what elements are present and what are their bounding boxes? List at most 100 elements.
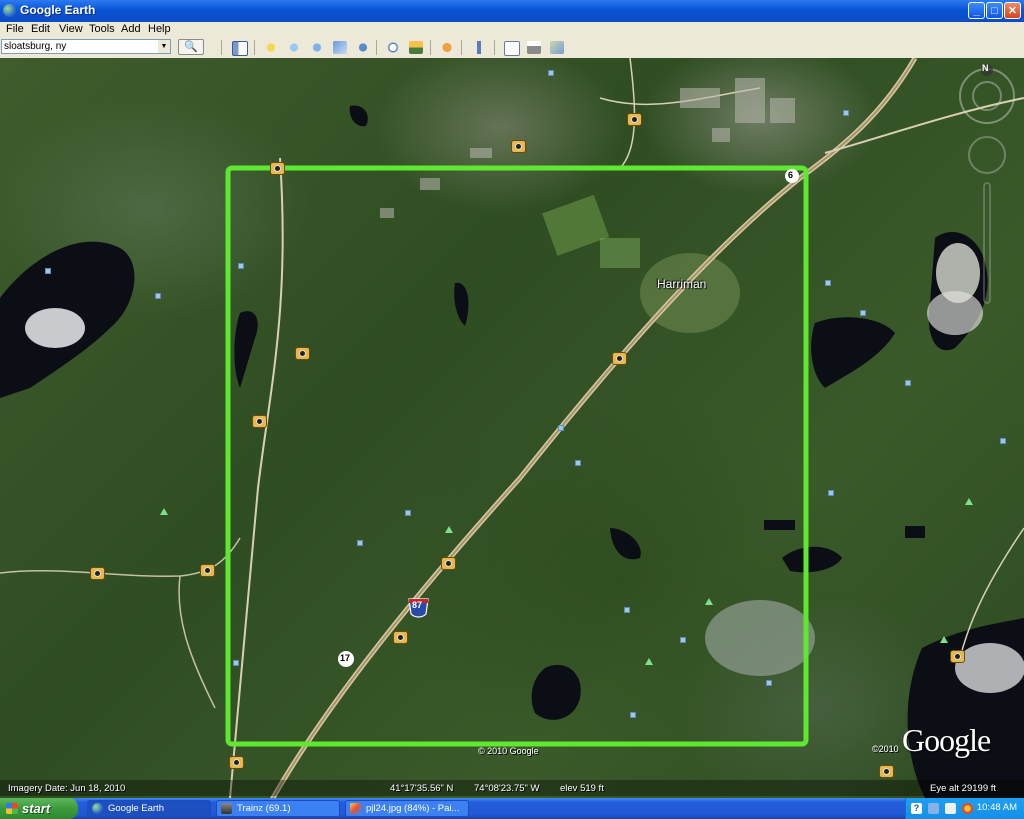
toolbar-separator bbox=[376, 40, 377, 55]
eye-altitude-readout: Eye alt 29199 ft bbox=[930, 783, 997, 794]
window-title: Google Earth bbox=[20, 3, 96, 17]
place-marker-icon[interactable] bbox=[843, 110, 849, 116]
search-input[interactable]: sloatsburg, ny ▼ bbox=[1, 39, 171, 54]
add-placemark-button[interactable] bbox=[261, 39, 281, 57]
place-marker-icon[interactable] bbox=[575, 460, 581, 466]
record-tour-button[interactable] bbox=[353, 39, 373, 57]
menu-file[interactable]: File bbox=[6, 23, 24, 35]
interstate-87-shield: 87 bbox=[412, 600, 423, 610]
place-marker-icon[interactable] bbox=[558, 425, 564, 431]
menu-help[interactable]: Help bbox=[148, 23, 171, 35]
park-icon[interactable] bbox=[705, 598, 713, 605]
taskbar-clock[interactable]: 10:48 AM bbox=[977, 802, 1017, 813]
close-button[interactable]: ✕ bbox=[1004, 2, 1021, 19]
status-bar: Imagery Date: Jun 18, 2010 41°17'35.56" … bbox=[0, 780, 1024, 796]
minimize-button[interactable]: _ bbox=[968, 2, 985, 19]
clock-icon bbox=[386, 41, 400, 54]
camera-icon[interactable] bbox=[879, 765, 894, 778]
search-input-value: sloatsburg, ny bbox=[4, 41, 67, 52]
add-image-overlay-button[interactable] bbox=[330, 39, 350, 57]
compass-north-label[interactable]: N bbox=[982, 63, 989, 73]
toolbar-separator bbox=[430, 40, 431, 55]
menu-add[interactable]: Add bbox=[121, 23, 141, 35]
search-icon: 🔍 bbox=[184, 41, 198, 53]
sunlight-button[interactable] bbox=[406, 39, 426, 57]
task-label: Trainz (69.1) bbox=[237, 803, 291, 814]
windows-taskbar: start Google Earth Trainz (69.1) pjl24.j… bbox=[0, 798, 1024, 819]
sidebar-toggle-button[interactable] bbox=[229, 39, 249, 57]
park-icon[interactable] bbox=[965, 498, 973, 505]
toolbar-separator bbox=[494, 40, 495, 55]
camera-icon[interactable] bbox=[393, 631, 408, 644]
camera-icon[interactable] bbox=[229, 756, 244, 769]
park-icon[interactable] bbox=[940, 636, 948, 643]
task-google-earth[interactable]: Google Earth bbox=[87, 800, 211, 817]
park-icon[interactable] bbox=[645, 658, 653, 665]
place-marker-icon[interactable] bbox=[155, 293, 161, 299]
park-icon[interactable] bbox=[445, 526, 453, 533]
help-icon[interactable]: ? bbox=[911, 803, 922, 814]
camera-icon[interactable] bbox=[511, 140, 526, 153]
menu-bar: File Edit View Tools Add Help bbox=[0, 22, 1024, 37]
place-marker-icon[interactable] bbox=[233, 660, 239, 666]
google-logo: Google bbox=[902, 722, 991, 758]
place-marker-icon[interactable] bbox=[766, 680, 772, 686]
camera-icon[interactable] bbox=[200, 564, 215, 577]
place-marker-icon[interactable] bbox=[1000, 438, 1006, 444]
menu-edit[interactable]: Edit bbox=[31, 23, 50, 35]
sidebar-icon bbox=[232, 41, 248, 56]
camera-icon[interactable] bbox=[627, 113, 642, 126]
place-marker-icon[interactable] bbox=[680, 637, 686, 643]
longitude-readout: 74°08'23.75" W bbox=[474, 783, 540, 794]
historical-imagery-button[interactable] bbox=[383, 39, 403, 57]
toolbar-separator bbox=[254, 40, 255, 55]
camera-icon[interactable] bbox=[252, 415, 267, 428]
volume-icon[interactable] bbox=[945, 803, 956, 814]
google-earth-icon bbox=[92, 803, 103, 814]
place-marker-icon[interactable] bbox=[860, 310, 866, 316]
earth-map-view[interactable]: N Harriman 6 17 87 © 2010 Google ©2010 G… bbox=[0, 58, 1024, 798]
camera-icon[interactable] bbox=[612, 352, 627, 365]
map-terrain bbox=[0, 58, 1024, 798]
chevron-down-icon[interactable]: ▼ bbox=[158, 40, 170, 53]
trainz-icon bbox=[221, 803, 232, 814]
park-icon[interactable] bbox=[160, 508, 168, 515]
camera-icon[interactable] bbox=[441, 557, 456, 570]
add-polygon-button[interactable] bbox=[284, 39, 304, 57]
network-icon[interactable] bbox=[928, 803, 939, 814]
task-paint[interactable]: pjl24.jpg (84%) - Pai... bbox=[345, 800, 469, 817]
place-marker-icon[interactable] bbox=[548, 70, 554, 76]
place-marker-icon[interactable] bbox=[405, 510, 411, 516]
menu-tools[interactable]: Tools bbox=[89, 23, 115, 35]
maximize-button[interactable]: □ bbox=[986, 2, 1003, 19]
task-trainz[interactable]: Trainz (69.1) bbox=[216, 800, 340, 817]
menu-view[interactable]: View bbox=[59, 23, 83, 35]
security-icon[interactable] bbox=[962, 803, 973, 814]
print-button[interactable] bbox=[524, 39, 544, 57]
camera-icon[interactable] bbox=[270, 162, 285, 175]
place-marker-icon[interactable] bbox=[825, 280, 831, 286]
place-marker-icon[interactable] bbox=[630, 712, 636, 718]
add-path-button[interactable] bbox=[307, 39, 327, 57]
place-marker-icon[interactable] bbox=[905, 380, 911, 386]
switch-planet-button[interactable] bbox=[437, 39, 457, 57]
place-marker-icon[interactable] bbox=[357, 540, 363, 546]
camera-icon[interactable] bbox=[950, 650, 965, 663]
toolbar: sloatsburg, ny ▼ 🔍 bbox=[0, 37, 1024, 59]
toolbar-separator bbox=[461, 40, 462, 55]
ruler-button[interactable] bbox=[469, 39, 489, 57]
camera-icon[interactable] bbox=[295, 347, 310, 360]
view-in-maps-button[interactable] bbox=[547, 39, 567, 57]
path-icon bbox=[310, 41, 324, 54]
email-button[interactable] bbox=[501, 39, 521, 57]
place-marker-icon[interactable] bbox=[624, 607, 630, 613]
start-button[interactable]: start bbox=[0, 798, 78, 819]
place-marker-icon[interactable] bbox=[238, 263, 244, 269]
print-icon bbox=[527, 41, 541, 54]
planet-icon bbox=[440, 41, 454, 54]
search-button[interactable]: 🔍 bbox=[178, 39, 204, 55]
place-marker-icon[interactable] bbox=[45, 268, 51, 274]
place-marker-icon[interactable] bbox=[828, 490, 834, 496]
camera-icon[interactable] bbox=[90, 567, 105, 580]
harriman-place-label[interactable]: Harriman bbox=[657, 277, 706, 291]
